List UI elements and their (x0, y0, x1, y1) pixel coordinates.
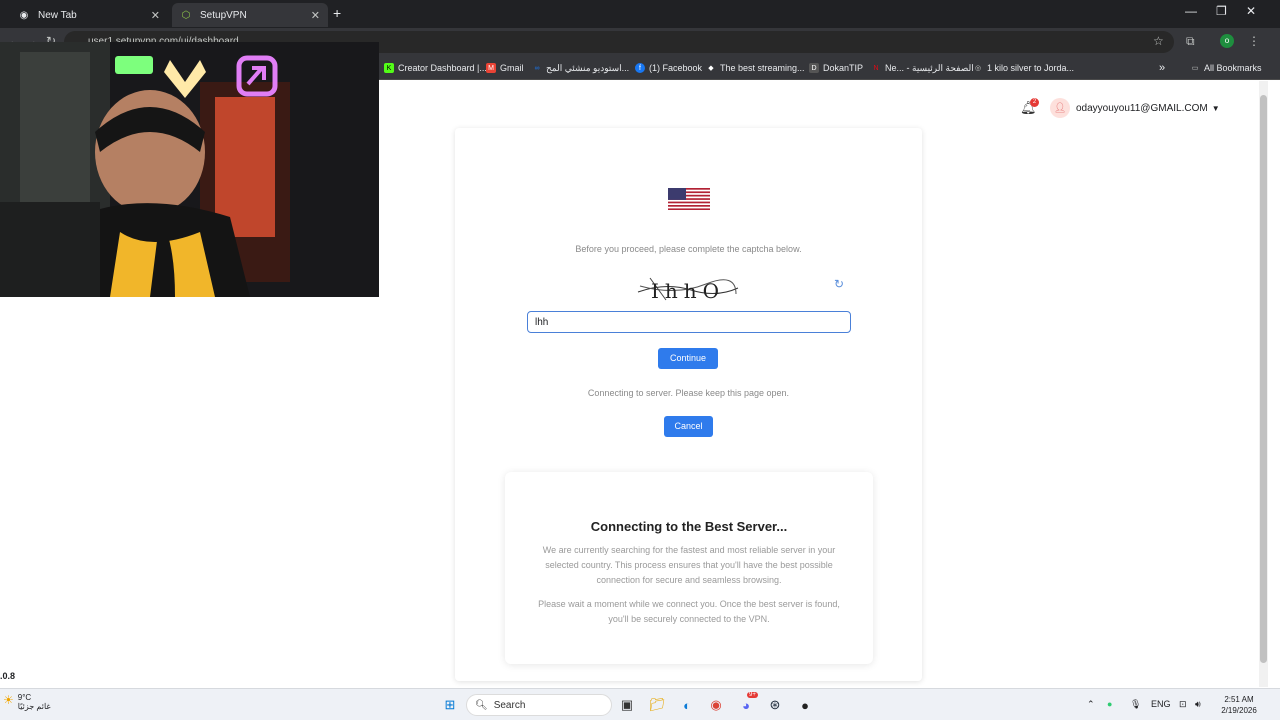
file-explorer-icon[interactable]: 📁︎ (647, 695, 667, 715)
tray-chevron-icon[interactable]: ⌃ (1087, 699, 1095, 710)
cancel-button[interactable]: Cancel (664, 416, 713, 437)
info-paragraph: Please wait a moment while we connect yo… (538, 599, 840, 624)
streaming-icon: ◆ (708, 65, 714, 72)
info-card: Connecting to the Best Server... We are … (505, 472, 873, 664)
connection-status: Connecting to server. Please keep this p… (587, 388, 790, 398)
tab-label: New Tab (38, 9, 77, 21)
close-icon[interactable]: ✕ (311, 9, 320, 22)
captcha-image: IhhO (636, 272, 740, 306)
close-window-icon[interactable]: ✕ (1246, 4, 1256, 18)
caret-down-icon[interactable]: ▼ (1212, 104, 1220, 113)
network-icon[interactable]: ⊡ (1179, 699, 1187, 710)
refresh-captcha-icon[interactable]: ↻ (834, 278, 846, 290)
new-tab-button[interactable]: + (333, 5, 341, 21)
bookmark-label: 1 kilo silver to Jorda... (987, 63, 1075, 73)
bookmark-item[interactable]: D DokanTIP (809, 61, 863, 75)
menu-icon[interactable]: ⋮ (1248, 34, 1260, 48)
chrome-icon: ◉ (19, 9, 29, 21)
gmail-icon: M (486, 63, 496, 73)
continue-button[interactable]: Continue (658, 348, 718, 369)
bookmark-item[interactable]: ◎ 1 kilo silver to Jorda... (973, 61, 1074, 75)
windows-start-icon[interactable]: ⊞ (440, 695, 460, 715)
bookmark-label: Creator Dashboard |... (398, 63, 487, 73)
search-label: Search (493, 699, 526, 711)
all-bookmarks-label: All Bookmarks (1204, 63, 1262, 73)
bookmark-item[interactable]: ◆ The best streaming... (706, 61, 805, 75)
obs-icon[interactable]: ● (795, 695, 815, 715)
tab-strip: ◉ New Tab ✕ ⬡ SetupVPN ✕ + — ❐ ✕ (0, 0, 1280, 28)
discord-icon[interactable]: ◕ 9+ (736, 692, 758, 715)
edge-icon[interactable]: ◐ (677, 695, 697, 715)
taskbar-search[interactable]: 🔍︎ Search (466, 694, 612, 716)
info-title: Connecting to the Best Server... (590, 519, 788, 534)
system-clock[interactable]: 2:51 AM 2/19/2026 (1214, 694, 1264, 716)
bookmark-item[interactable]: N Ne... - الصفحة الرئيسية (871, 61, 974, 75)
maximize-icon[interactable]: ❐ (1216, 4, 1227, 18)
weather-icon: ☀ (3, 693, 14, 707)
version-label: .0.8 (0, 671, 16, 681)
all-bookmarks[interactable]: ▭ All Bookmarks (1190, 61, 1262, 75)
task-view-icon[interactable]: ▣ (617, 695, 637, 715)
kick-icon: K (384, 63, 394, 73)
folder-icon: ▭ (1191, 65, 1199, 72)
captcha-prompt: Before you proceed, please complete the … (575, 244, 802, 254)
setupvpn-icon: ⬡ (181, 9, 191, 21)
extensions-icon[interactable]: ⧉ (1186, 34, 1195, 49)
discord-badge: 9+ (747, 692, 758, 698)
close-icon[interactable]: ✕ (151, 9, 160, 22)
page-left-area (0, 297, 379, 687)
minimize-icon[interactable]: — (1185, 4, 1197, 18)
captcha-input[interactable] (527, 311, 851, 333)
language-indicator[interactable]: ENG (1151, 699, 1171, 709)
bookmark-label: DokanTIP (823, 63, 864, 73)
tab-setupvpn[interactable]: ⬡ SetupVPN ✕ (172, 3, 328, 27)
globe-icon: ◎ (974, 65, 982, 72)
bell-icon[interactable]: 🔔︎ 2 (1020, 98, 1039, 116)
bookmark-star-icon[interactable]: ☆ (1153, 34, 1164, 48)
user-email[interactable]: odayyouyou11@GMAIL.COM (1076, 103, 1208, 114)
clock-date: 2/19/2026 (1221, 706, 1257, 715)
bookmark-label: (1) Facebook (649, 63, 703, 73)
bookmark-item[interactable]: ∞ استوديو منشئي المح... (532, 61, 630, 75)
tab-new-tab[interactable]: ◉ New Tab ✕ (10, 3, 168, 27)
dokantip-icon: D (809, 63, 819, 73)
bookmark-item[interactable]: M Gmail (486, 61, 524, 75)
webcam-overlay (0, 42, 379, 297)
scrollbar-thumb[interactable] (1260, 95, 1267, 663)
taskbar: ☀ 9°C غائم جزئيًا ⊞ 🔍︎ Search ▣ 📁︎ ◐ ◉ ◕… (0, 688, 1280, 720)
bookmark-label: Gmail (500, 63, 524, 73)
notification-badge: 2 (1030, 98, 1039, 107)
facebook-icon: f (635, 63, 645, 73)
volume-icon[interactable]: 🔊︎ (1195, 699, 1201, 710)
profile-avatar[interactable]: o (1220, 34, 1234, 48)
clock-time: 2:51 AM (1224, 695, 1254, 704)
user-avatar-icon[interactable]: 👤︎ (1050, 98, 1070, 118)
info-paragraph: We are currently searching for the faste… (542, 545, 836, 585)
bookmark-label: Ne... - الصفحة الرئيسية (885, 62, 974, 73)
steam-icon[interactable]: ⊛ (765, 695, 785, 715)
us-flag-icon (668, 188, 710, 210)
weather-temp: 9°C (17, 693, 32, 702)
microphone-icon[interactable]: 🎙︎ (1130, 699, 1141, 710)
tab-label: SetupVPN (200, 9, 247, 21)
bookmark-item[interactable]: K Creator Dashboard |... (384, 61, 487, 75)
status-dot-icon[interactable]: ● (1107, 699, 1112, 709)
bookmark-item[interactable]: f (1) Facebook (635, 61, 702, 75)
weather-widget[interactable]: ☀ 9°C غائم جزئيًا (3, 693, 51, 711)
bookmark-label: The best streaming... (720, 63, 805, 73)
netflix-icon: N (873, 64, 879, 72)
user-header: 🔔︎ 2 👤︎ odayyouyou11@GMAIL.COM ▼ (1020, 98, 1220, 118)
search-icon: 🔍︎ (475, 699, 488, 711)
meta-icon: ∞ (534, 64, 540, 72)
captcha-image-text: IhhO (651, 279, 725, 303)
bookmark-label: استوديو منشئي المح... (546, 62, 630, 73)
weather-desc: غائم جزئيًا (17, 702, 51, 711)
more-bookmarks-icon[interactable]: » (1159, 61, 1165, 75)
chrome-taskbar-icon[interactable]: ◉ (706, 695, 726, 715)
